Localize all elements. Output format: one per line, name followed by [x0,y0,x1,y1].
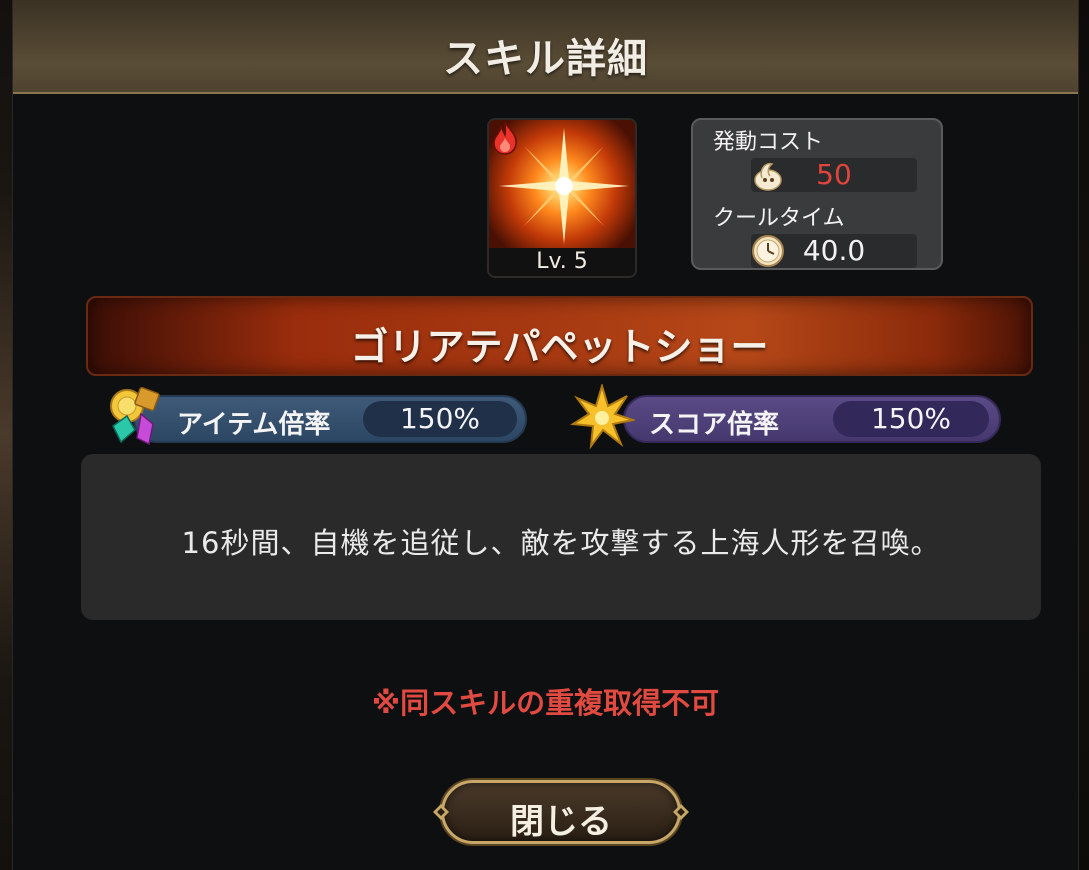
skill-icon: Lv. 5 [487,118,637,278]
close-button[interactable]: 閉じる [441,780,681,844]
skill-level: Lv. 5 [489,248,635,276]
skill-name: ゴリアテパペットショー [350,325,769,369]
item-rate-label: アイテム倍率 [177,410,331,440]
ornament-right-icon [673,804,689,820]
dialog-title: スキル詳細 [443,36,648,82]
skill-description: 16秒間、自機を追従し、敵を攻撃する上海人形を召喚。 [181,526,941,560]
score-rate-label: スコア倍率 [649,410,780,440]
cost-panel: 発動コスト 50 クールタイム 40.0 [691,118,943,270]
item-rate-value: 150% [363,401,517,437]
star-burst-icon [569,384,635,450]
description-box: 16秒間、自機を追従し、敵を攻撃する上海人形を召喚。 [81,454,1041,620]
close-button-label: 閉じる [510,802,612,842]
spirit-icon [754,162,782,191]
skill-detail-dialog: スキル詳細 Lv. 5 発動コスト 50 クールタイム 40.0 ゴリアテパペッ… [12,0,1079,870]
item-gems-icon [110,386,160,446]
score-rate-value: 150% [833,401,989,437]
score-rate-pill: スコア倍率 150% [623,395,1001,443]
duplicate-notice: ※同スキルの重複取得不可 [371,686,720,720]
skill-burst-art [489,120,635,252]
ornament-left-icon [433,804,449,820]
clock-icon [752,235,784,267]
skill-name-banner: ゴリアテパペットショー [86,296,1033,376]
item-rate-pill: アイテム倍率 150% [133,395,527,443]
cooldown-label: クールタイム [713,206,845,231]
activation-cost-label: 発動コスト [713,130,824,155]
fire-icon [493,121,517,155]
dialog-header: スキル詳細 [13,0,1078,94]
